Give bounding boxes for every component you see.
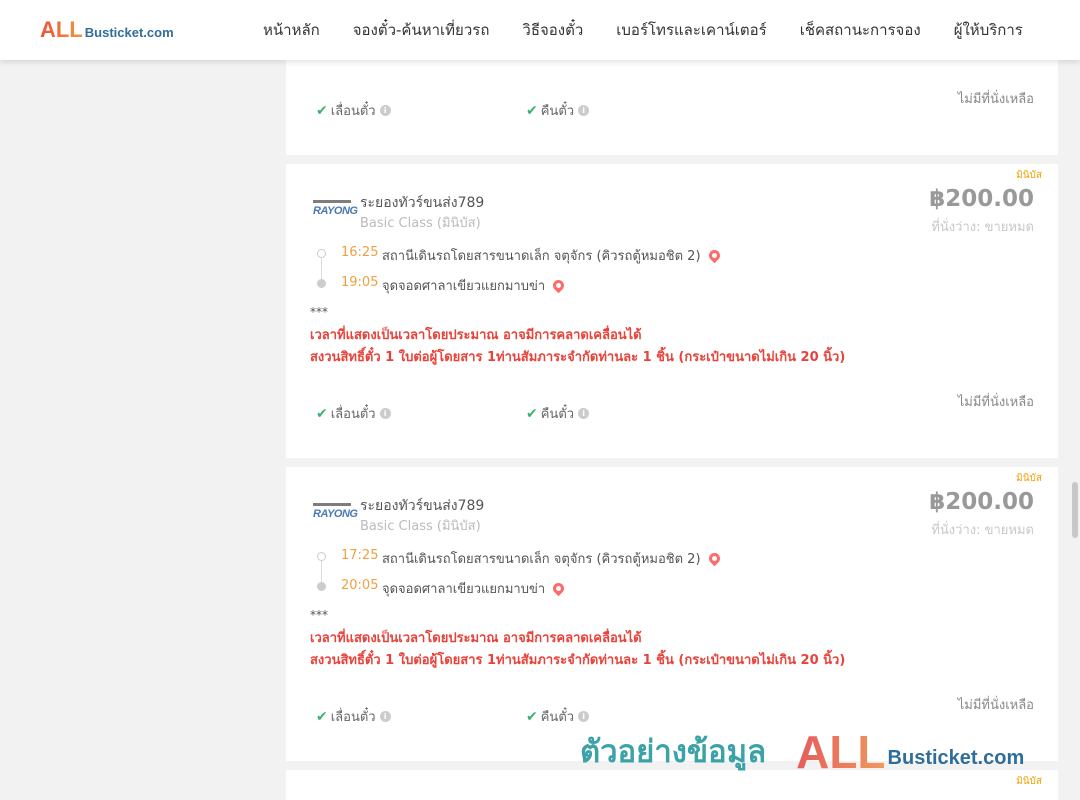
departure-stop: สถานีเดินรถโดยสารขนาดเล็ก จตุจักร (คิวรถ… xyxy=(382,548,722,569)
check-icon: ✔ xyxy=(526,708,538,725)
departure-time: 17:25 xyxy=(341,548,379,563)
no-seat-label: ไม่มีที่นั่งเหลือ xyxy=(957,92,1034,107)
nav-operators[interactable]: ผู้ให้บริการ xyxy=(954,20,1023,40)
departure-stop: สถานีเดินรถโดยสารขนาดเล็ก จตุจักร (คิวรถ… xyxy=(382,245,722,266)
refund-feature: ✔ คืนตั๋ว i xyxy=(526,403,590,424)
watermark-logo-all: ALL xyxy=(796,726,886,778)
scrollbar-thumb[interactable] xyxy=(1072,482,1078,538)
bus-class: Basic Class (มินิบัส) xyxy=(360,519,481,534)
departure-dot xyxy=(317,552,326,561)
arrival-time: 19:05 xyxy=(341,275,379,290)
minibus-tag: มินิบัส xyxy=(1016,473,1042,484)
main-nav: หน้าหลัก จองตั๋ว-ค้นหาเที่ยวรถ วิธีจองตั… xyxy=(263,20,1056,40)
info-icon[interactable]: i xyxy=(379,711,391,722)
note-stars: *** xyxy=(310,305,328,319)
nav-check-booking[interactable]: เช็คสถานะการจอง xyxy=(800,20,921,40)
minibus-tag: มินิบัส xyxy=(1016,776,1042,787)
arrival-dot xyxy=(317,279,326,288)
info-icon[interactable]: i xyxy=(379,105,391,116)
check-icon: ✔ xyxy=(316,405,328,422)
check-icon: ✔ xyxy=(316,708,328,725)
trip-card-partial-bottom[interactable]: มินิบัส xyxy=(286,770,1058,800)
check-icon: ✔ xyxy=(526,405,538,422)
refund-feature: ✔ คืนตั๋ว i xyxy=(526,706,590,727)
refund-label: คืนตั๋ว xyxy=(540,710,575,725)
check-icon: ✔ xyxy=(526,102,538,119)
departure-stop-label: สถานีเดินรถโดยสารขนาดเล็ก จตุจักร (คิวรถ… xyxy=(382,552,701,567)
reschedule-label: เลื่อนตั๋ว xyxy=(330,104,376,119)
note-time-estimate: เวลาที่แสดงเป็นเวลาโดยประมาณ อาจมีการคลา… xyxy=(310,328,642,343)
map-pin-icon[interactable] xyxy=(550,580,567,597)
watermark-logo-busticket: Busticket.com xyxy=(887,747,1025,769)
departure-dot xyxy=(317,249,326,258)
reschedule-feature: ✔ เลื่อนตั๋ว i xyxy=(316,100,391,121)
map-pin-icon[interactable] xyxy=(706,247,722,264)
operator-logo: RAYONG xyxy=(313,200,358,217)
watermark: ตัวอย่างข้อมูล ALL Busticket.com xyxy=(580,726,1025,778)
map-pin-icon[interactable] xyxy=(550,277,567,294)
ticket-price: ฿200.00 xyxy=(929,186,1034,212)
nav-phone-counter[interactable]: เบอร์โทรและเคาน์เตอร์ xyxy=(616,20,766,40)
logo-all: ALL xyxy=(40,17,83,42)
departure-time: 16:25 xyxy=(341,245,379,260)
refund-label: คืนตั๋ว xyxy=(540,104,575,119)
seat-status: ที่นั่งว่าง: ขายหมด xyxy=(931,523,1034,538)
info-icon[interactable]: i xyxy=(379,408,391,419)
note-stars: *** xyxy=(310,608,328,622)
trip-card[interactable]: มินิบัส RAYONG ระยองทัวร์ขนส่ง789 Basic … xyxy=(286,164,1058,458)
info-icon[interactable]: i xyxy=(578,408,590,419)
no-seat-label: ไม่มีที่นั่งเหลือ xyxy=(957,395,1034,410)
operator-name: ระยองทัวร์ขนส่ง789 xyxy=(360,498,485,514)
reschedule-label: เลื่อนตั๋ว xyxy=(330,407,376,422)
seat-status: ที่นั่งว่าง: ขายหมด xyxy=(931,220,1034,235)
note-time-estimate: เวลาที่แสดงเป็นเวลาโดยประมาณ อาจมีการคลา… xyxy=(310,631,642,646)
operator-name: ระยองทัวร์ขนส่ง789 xyxy=(360,195,485,211)
minibus-tag: มินิบัส xyxy=(1016,170,1042,181)
bus-class: Basic Class (มินิบัส) xyxy=(360,216,481,231)
arrival-time: 20:05 xyxy=(341,578,379,593)
nav-home[interactable]: หน้าหลัก xyxy=(263,20,320,40)
note-luggage-policy: สงวนสิทธิ์ตั๋ว 1 ใบต่อผู้โดยสาร 1ท่านสัม… xyxy=(310,350,846,365)
note-luggage-policy: สงวนสิทธิ์ตั๋ว 1 ใบต่อผู้โดยสาร 1ท่านสัม… xyxy=(310,653,846,668)
reschedule-label: เลื่อนตั๋ว xyxy=(330,710,376,725)
ticket-price: ฿200.00 xyxy=(929,489,1034,515)
arrival-stop: จุดจอดศาลาเขียวแยกมาบข่า xyxy=(382,578,567,599)
check-icon: ✔ xyxy=(316,102,328,119)
top-navbar: ALL Busticket.com หน้าหลัก จองตั๋ว-ค้นหา… xyxy=(0,0,1080,60)
info-icon[interactable]: i xyxy=(578,105,590,116)
reschedule-feature: ✔ เลื่อนตั๋ว i xyxy=(316,403,391,424)
arrival-stop-label: จุดจอดศาลาเขียวแยกมาบข่า xyxy=(382,582,546,597)
map-pin-icon[interactable] xyxy=(706,550,722,567)
arrival-stop-label: จุดจอดศาลาเขียวแยกมาบข่า xyxy=(382,279,546,294)
reschedule-feature: ✔ เลื่อนตั๋ว i xyxy=(316,706,391,727)
no-seat-label: ไม่มีที่นั่งเหลือ xyxy=(957,698,1034,713)
nav-book-search[interactable]: จองตั๋ว-ค้นหาเที่ยวรถ xyxy=(353,20,490,40)
arrival-stop: จุดจอดศาลาเขียวแยกมาบข่า xyxy=(382,275,567,296)
departure-stop-label: สถานีเดินรถโดยสารขนาดเล็ก จตุจักร (คิวรถ… xyxy=(382,249,701,264)
info-icon[interactable]: i xyxy=(578,711,590,722)
refund-label: คืนตั๋ว xyxy=(540,407,575,422)
site-logo[interactable]: ALL Busticket.com xyxy=(40,19,174,41)
page-scrollbar[interactable] xyxy=(1070,60,1080,800)
refund-feature: ✔ คืนตั๋ว i xyxy=(526,100,590,121)
nav-how-to-book[interactable]: วิธีจองตั๋ว xyxy=(522,20,583,40)
watermark-text: ตัวอย่างข้อมูล xyxy=(580,734,767,770)
logo-busticket: Busticket.com xyxy=(84,25,174,40)
trip-card[interactable]: มินิบัส RAYONG ระยองทัวร์ขนส่ง789 Basic … xyxy=(286,467,1058,761)
arrival-dot xyxy=(317,582,326,591)
operator-logo: RAYONG xyxy=(313,503,358,520)
